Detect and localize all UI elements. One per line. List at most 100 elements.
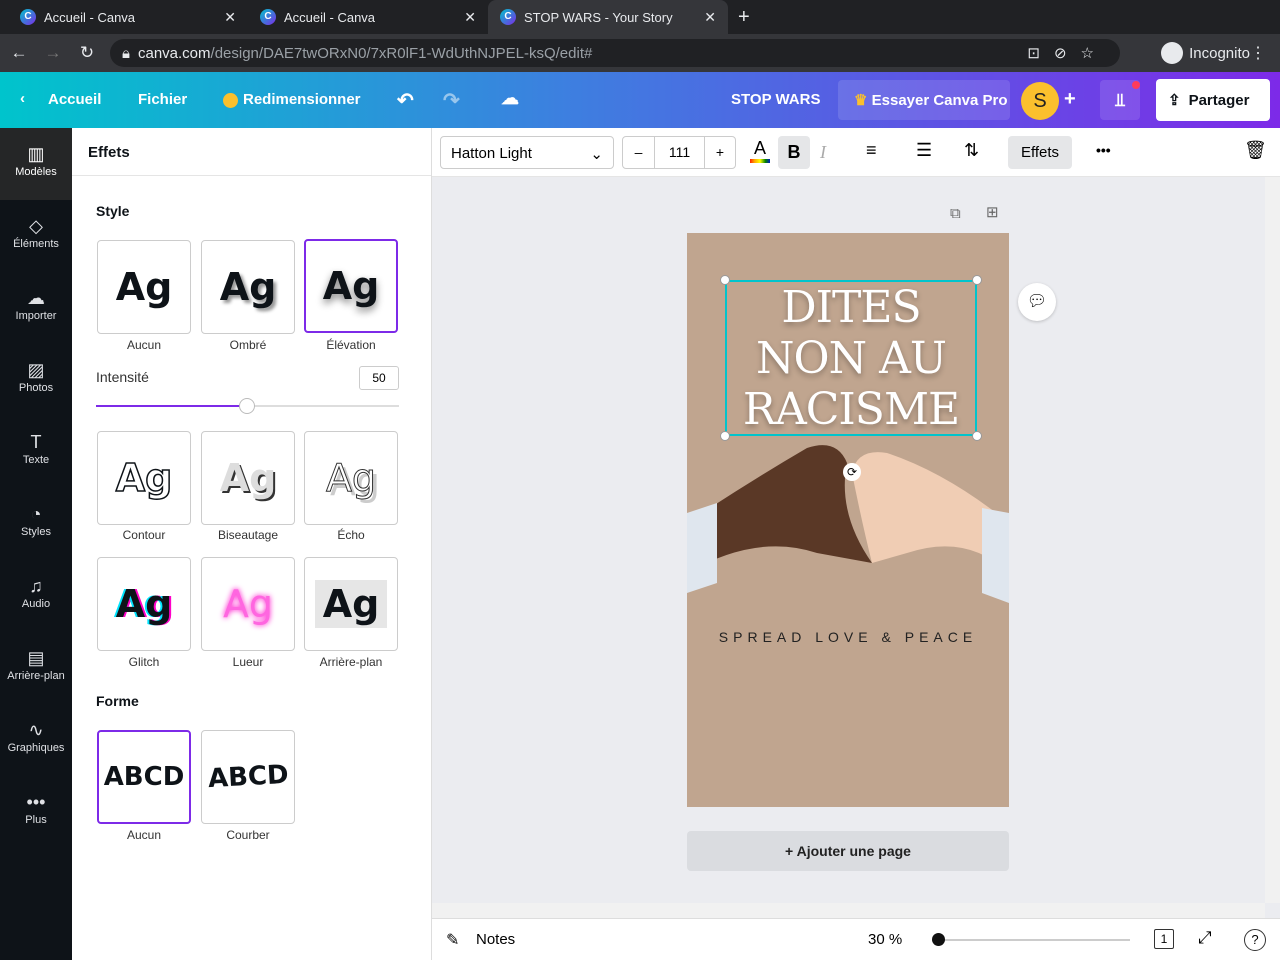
- zoom-slider[interactable]: [932, 933, 1130, 946]
- italic-button[interactable]: I: [820, 142, 826, 163]
- effect-lift[interactable]: Ag: [304, 239, 398, 333]
- add-collaborator-icon[interactable]: +: [1064, 88, 1076, 111]
- tab-strip: C Accueil - Canva ✕ C Accueil - Canva ✕ C STO…: [0, 0, 1280, 34]
- redo-icon[interactable]: ↷: [443, 88, 460, 113]
- back-chevron-icon[interactable]: ‹: [20, 90, 25, 107]
- back-icon[interactable]: ←: [4, 43, 34, 63]
- incognito-profile[interactable]: Incognito: [1161, 42, 1250, 64]
- notes-button[interactable]: Notes: [476, 931, 515, 948]
- share-button[interactable]: ⇪ Partager: [1156, 79, 1270, 121]
- resize-handle[interactable]: [720, 275, 730, 285]
- spacing-icon[interactable]: ⇅: [964, 140, 979, 161]
- effect-echo[interactable]: Ag: [304, 431, 398, 525]
- trash-icon[interactable]: 🗑︎: [1244, 140, 1267, 161]
- chart-icon: ∿: [28, 720, 44, 740]
- undo-icon[interactable]: ↶: [397, 88, 414, 113]
- design-page[interactable]: DITES NON AU RACISME ⟳ SPREAD LOVE & PEA…: [687, 233, 1009, 807]
- add-comment-icon[interactable]: 💬︎: [1018, 283, 1056, 321]
- sidebar-item-templates[interactable]: ▥ Modèles: [0, 128, 72, 200]
- effect-bevel[interactable]: Ag: [201, 431, 295, 525]
- cloud-save-icon[interactable]: ☁: [501, 88, 519, 109]
- effect-neon[interactable]: Ag: [201, 557, 295, 651]
- file-menu[interactable]: Fichier: [138, 91, 187, 108]
- tab-accueil-1[interactable]: C Accueil - Canva ✕: [8, 0, 248, 34]
- help-button[interactable]: ?: [1244, 929, 1266, 951]
- shape-curve[interactable]: ABCD: [201, 730, 295, 824]
- font-select[interactable]: Hatton Light ⌄: [440, 136, 614, 169]
- templates-icon: ▥: [27, 144, 45, 164]
- sidebar-label: Styles: [21, 526, 51, 538]
- music-icon: ♫: [29, 576, 43, 596]
- sidebar-item-elements[interactable]: ◇ Éléments: [0, 200, 72, 272]
- page-count-button[interactable]: 1: [1154, 929, 1174, 949]
- resize-button[interactable]: Redimensionner: [243, 91, 361, 108]
- zoom-slider-thumb[interactable]: [932, 933, 945, 946]
- add-page-icon[interactable]: ⊞: [986, 203, 999, 221]
- add-page-button[interactable]: + Ajouter une page: [687, 831, 1009, 871]
- home-button[interactable]: Accueil: [48, 91, 101, 108]
- sidebar-item-photos[interactable]: ▨ Photos: [0, 344, 72, 416]
- avatar[interactable]: S: [1021, 82, 1059, 120]
- shape-none[interactable]: ABCD: [97, 730, 191, 824]
- rotate-handle-icon[interactable]: ⟳: [843, 463, 861, 481]
- bold-button[interactable]: B: [778, 136, 810, 169]
- tab-accueil-2[interactable]: C Accueil - Canva ✕: [248, 0, 488, 34]
- more-icon: •••: [26, 792, 46, 812]
- url-input[interactable]: 🔒︎ canva.com/design/DAE7twORxN0/7xR0lF1-W…: [110, 39, 1120, 67]
- list-icon[interactable]: ☰: [916, 140, 932, 161]
- zoom-level[interactable]: 30 %: [868, 931, 902, 948]
- vertical-scrollbar[interactable]: [1265, 177, 1280, 903]
- horizontal-scrollbar[interactable]: [432, 903, 1265, 918]
- effect-label: Biseautage: [217, 528, 279, 542]
- bottom-bar: ✎ Notes 30 % 1 ⤢ ?: [432, 918, 1280, 960]
- sidebar-label: Texte: [22, 454, 50, 466]
- more-options-button[interactable]: •••: [1096, 142, 1111, 158]
- headline-text[interactable]: DITES NON AU RACISME: [725, 280, 977, 436]
- design-title[interactable]: STOP WARS: [731, 91, 820, 108]
- text-color-icon[interactable]: A: [750, 138, 770, 163]
- shape-label: Aucun: [126, 828, 162, 842]
- forward-icon[interactable]: →: [38, 43, 68, 63]
- effect-label: Ombré: [229, 338, 267, 352]
- sidebar-item-styles[interactable]: ◔ Styles: [0, 488, 72, 560]
- effect-outline[interactable]: Ag: [97, 431, 191, 525]
- tagline-text[interactable]: SPREAD LOVE & PEACE: [687, 629, 1009, 645]
- new-tab-button[interactable]: +: [738, 0, 750, 34]
- slider-fill: [96, 405, 248, 407]
- resize-handle[interactable]: [972, 431, 982, 441]
- tab-title: Accueil - Canva: [44, 9, 136, 25]
- try-pro-button[interactable]: ♛ Essayer Canva Pro: [838, 80, 1010, 120]
- slider-thumb[interactable]: [239, 398, 255, 414]
- close-tab-icon[interactable]: ✕: [464, 9, 476, 26]
- intensity-slider[interactable]: [96, 398, 399, 414]
- resize-handle[interactable]: [972, 275, 982, 285]
- effect-glitch[interactable]: Ag: [97, 557, 191, 651]
- browser-menu-icon[interactable]: ⋮: [1250, 43, 1266, 63]
- effect-shadow[interactable]: Ag: [201, 240, 295, 334]
- tab-stop-wars[interactable]: C STOP WARS - Your Story ✕: [488, 0, 728, 34]
- duplicate-page-icon[interactable]: ⧉: [950, 205, 961, 222]
- sidebar-item-text[interactable]: T Texte: [0, 416, 72, 488]
- increase-size-button[interactable]: +: [705, 137, 735, 168]
- intensity-input[interactable]: 50: [359, 366, 399, 390]
- effects-button[interactable]: Effets: [1008, 136, 1072, 169]
- reload-icon[interactable]: ↻: [72, 43, 102, 63]
- close-tab-icon[interactable]: ✕: [224, 9, 236, 26]
- font-size-input[interactable]: 111: [655, 137, 705, 168]
- decrease-size-button[interactable]: –: [623, 137, 655, 168]
- effect-background[interactable]: Ag: [304, 557, 398, 651]
- fullscreen-icon[interactable]: ⤢: [1198, 928, 1212, 948]
- sidebar-item-charts[interactable]: ∿ Graphiques: [0, 704, 72, 776]
- close-tab-icon[interactable]: ✕: [704, 9, 716, 26]
- star-icon[interactable]: ⊡⊘☆: [1027, 44, 1108, 62]
- photos-icon: ▨: [27, 360, 45, 380]
- sidebar-item-uploads[interactable]: ☁ Importer: [0, 272, 72, 344]
- align-center-icon[interactable]: ≡: [866, 140, 877, 161]
- sidebar-item-background[interactable]: ▤ Arrière-plan: [0, 632, 72, 704]
- sidebar-item-more[interactable]: ••• Plus: [0, 776, 72, 848]
- sidebar-item-audio[interactable]: ♫ Audio: [0, 560, 72, 632]
- resize-handle[interactable]: [720, 431, 730, 441]
- notes-icon: ✎: [446, 932, 460, 949]
- crown-icon: [223, 93, 238, 108]
- effect-none[interactable]: Ag: [97, 240, 191, 334]
